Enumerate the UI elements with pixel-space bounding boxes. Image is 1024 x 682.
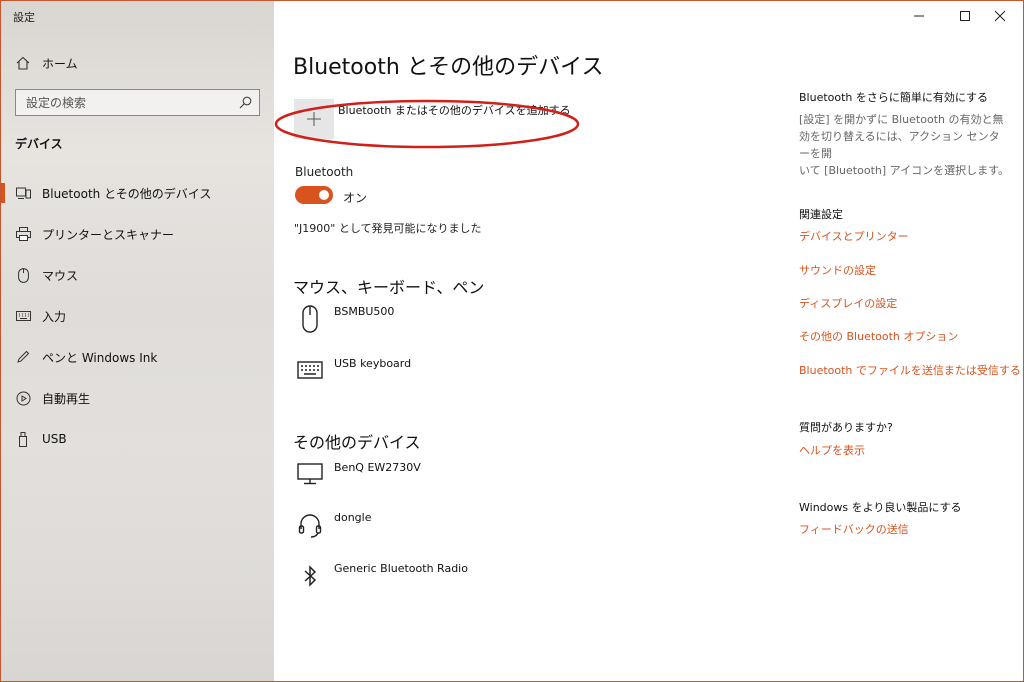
annotation-ellipse <box>274 99 580 149</box>
minimize-icon <box>914 15 924 17</box>
toggle-knob <box>319 190 329 200</box>
sidebar-item-label: USB <box>42 432 67 446</box>
device-name: Generic Bluetooth Radio <box>334 562 468 575</box>
tip-line: いて [Bluetooth] アイコンを選択します。 <box>799 164 1009 177</box>
device-name: dongle <box>334 511 372 524</box>
keyboard-icon <box>15 308 31 324</box>
home-link[interactable]: ホーム <box>1 48 274 78</box>
close-icon <box>995 11 1005 21</box>
sidebar-item-bluetooth[interactable]: Bluetooth とその他のデバイス <box>1 178 274 208</box>
sidebar-item-pen[interactable]: ペンと Windows Ink <box>1 342 274 372</box>
page-title: Bluetooth とその他のデバイス <box>293 55 604 80</box>
sidebar-item-label: プリンターとスキャナー <box>42 227 175 242</box>
device-item[interactable]: BSMBU500 <box>293 305 693 345</box>
device-item[interactable]: BenQ EW2730V <box>293 461 693 501</box>
tip-line: 効を切り替えるには、アクション センターを開 <box>799 130 1000 160</box>
related-settings-heading: 関連設定 <box>799 208 843 221</box>
app-title: 設定 <box>13 11 35 24</box>
bluetooth-icon <box>293 562 327 596</box>
sidebar-item-label: マウス <box>42 268 79 283</box>
section-label-devices: デバイス <box>15 137 63 151</box>
maximize-icon <box>960 11 970 21</box>
close-button[interactable] <box>977 1 1023 31</box>
link-get-help[interactable]: ヘルプを表示 <box>799 442 865 458</box>
home-icon <box>15 55 31 71</box>
monitor-icon <box>293 461 327 495</box>
group-heading-input-devices: マウス、キーボード、ペン <box>293 278 485 297</box>
link-display-settings[interactable]: ディスプレイの設定 <box>799 295 897 311</box>
mouse-icon <box>293 305 327 339</box>
headset-icon <box>293 511 327 545</box>
sidebar-item-label: 入力 <box>42 309 67 324</box>
device-item[interactable]: Generic Bluetooth Radio <box>293 562 693 602</box>
device-name: BSMBU500 <box>334 305 395 318</box>
discoverable-text: "J1900" として発見可能になりました <box>294 222 482 235</box>
bluetooth-label: Bluetooth <box>295 165 354 179</box>
bluetooth-devices-icon <box>15 185 31 201</box>
settings-search[interactable] <box>15 89 260 116</box>
toggle-state-label: オン <box>343 191 368 205</box>
sidebar-item-label: ペンと Windows Ink <box>42 350 158 365</box>
link-sound-settings[interactable]: サウンドの設定 <box>799 262 876 278</box>
autoplay-icon <box>15 390 31 406</box>
sidebar-item-autoplay[interactable]: 自動再生 <box>1 383 274 413</box>
search-input[interactable] <box>16 90 237 115</box>
minimize-button[interactable] <box>896 1 942 31</box>
device-item[interactable]: USB keyboard <box>293 357 693 397</box>
pen-icon <box>15 349 31 365</box>
tip-description: [設定] を開かずに Bluetooth の有効と無 効を切り替えるには、アクシ… <box>799 111 1009 179</box>
tip-heading: Bluetooth をさらに簡単に有効にする <box>799 91 989 104</box>
settings-window: 設定 ホーム デバイス Bluetooth とその他のデバイス プリンターとス <box>0 0 1024 682</box>
usb-icon <box>15 431 31 447</box>
device-name: USB keyboard <box>334 357 412 370</box>
mouse-icon <box>15 267 31 283</box>
sidebar-item-printers[interactable]: プリンターとスキャナー <box>1 219 274 249</box>
sidebar: 設定 ホーム デバイス Bluetooth とその他のデバイス プリンターとス <box>1 1 274 681</box>
tip-line: [設定] を開かずに Bluetooth の有効と無 <box>799 113 1004 126</box>
device-name: BenQ EW2730V <box>334 461 421 474</box>
link-send-receive-files[interactable]: Bluetooth でファイルを送信または受信する <box>799 362 1021 378</box>
keyboard-icon <box>293 357 327 391</box>
sidebar-item-label: Bluetooth とその他のデバイス <box>42 186 212 201</box>
bluetooth-toggle[interactable] <box>295 186 333 204</box>
link-more-bluetooth-options[interactable]: その他の Bluetooth オプション <box>799 328 958 344</box>
sidebar-item-usb[interactable]: USB <box>1 424 274 454</box>
link-give-feedback[interactable]: フィードバックの送信 <box>799 521 909 537</box>
link-devices-and-printers[interactable]: デバイスとプリンター <box>799 228 909 244</box>
sidebar-item-label: 自動再生 <box>42 391 91 406</box>
device-item[interactable]: dongle <box>293 511 693 551</box>
home-label: ホーム <box>42 56 78 71</box>
printer-icon <box>15 226 31 242</box>
sidebar-item-typing[interactable]: 入力 <box>1 301 274 331</box>
search-icon[interactable] <box>237 95 253 111</box>
question-heading: 質問がありますか? <box>799 421 893 434</box>
sidebar-item-mouse[interactable]: マウス <box>1 260 274 290</box>
improve-heading: Windows をより良い製品にする <box>799 501 962 514</box>
group-heading-other-devices: その他のデバイス <box>293 433 421 452</box>
